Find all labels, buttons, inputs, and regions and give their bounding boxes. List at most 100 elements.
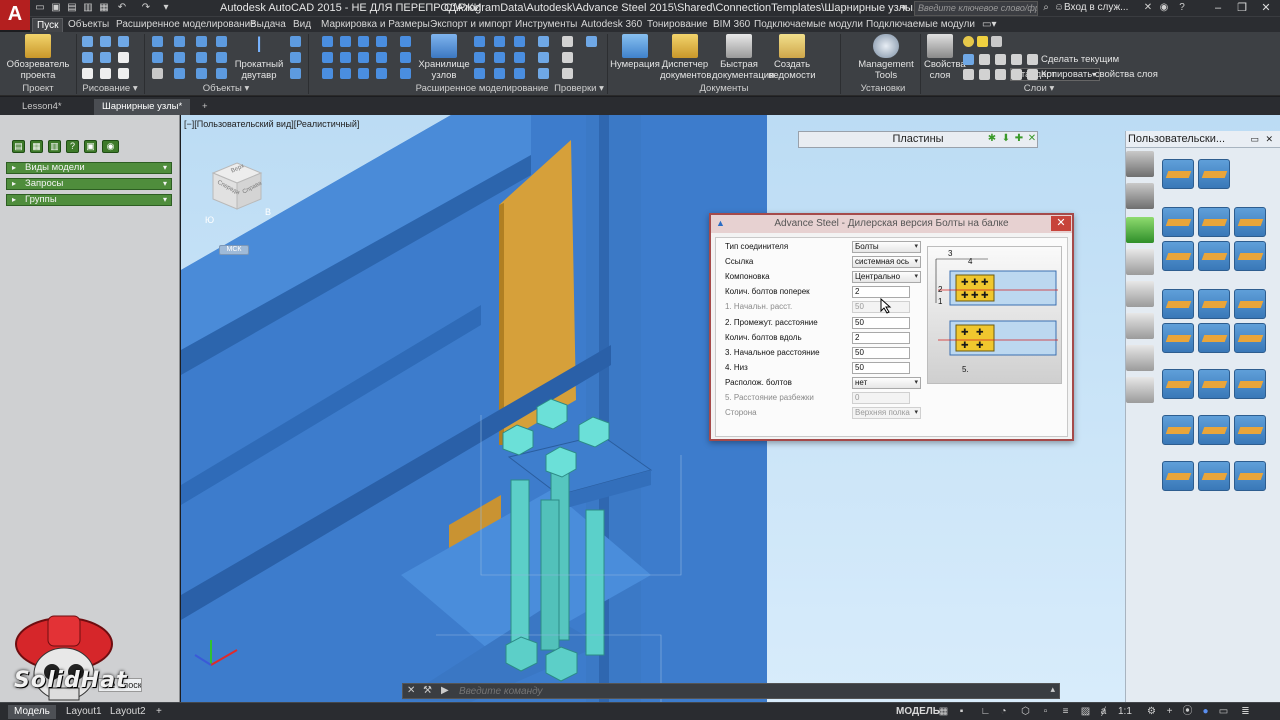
- joint-tool-6-icon[interactable]: [1162, 241, 1194, 271]
- connection-3-icon[interactable]: [474, 52, 485, 63]
- check-6-icon[interactable]: [538, 68, 549, 79]
- close-button[interactable]: ✕: [1254, 0, 1278, 17]
- connection-icon[interactable]: [474, 36, 485, 47]
- joint-tool-14-icon[interactable]: [1234, 323, 1266, 353]
- bracket-tool-icon[interactable]: [1126, 345, 1154, 371]
- make-current-button[interactable]: Сделать текущим: [1041, 54, 1119, 65]
- help-icon[interactable]: ?: [1176, 2, 1188, 14]
- joint-tool-13-icon[interactable]: [1198, 323, 1230, 353]
- connection-4-icon[interactable]: [494, 52, 505, 63]
- redo-icon[interactable]: ↷: [140, 2, 152, 14]
- field-9-input[interactable]: 50: [852, 362, 910, 374]
- joint-tool-1-icon[interactable]: [1162, 159, 1194, 189]
- panel-label-drawing[interactable]: Рисование ▾: [78, 83, 142, 95]
- arc-icon[interactable]: [118, 36, 129, 47]
- lock-icon[interactable]: [991, 36, 1002, 47]
- joint-tool-11-icon[interactable]: [1234, 289, 1266, 319]
- add-layout-button[interactable]: +: [150, 705, 168, 719]
- ext-tool-2-icon[interactable]: [400, 52, 411, 63]
- file-tab-lesson4[interactable]: Lesson4*: [14, 99, 70, 115]
- connection-7-icon[interactable]: [514, 36, 525, 47]
- connection-6-icon[interactable]: [494, 68, 505, 79]
- layer-tool-7-icon[interactable]: [995, 69, 1006, 80]
- railing-icon[interactable]: [290, 68, 301, 79]
- compass-south[interactable]: Ю: [205, 215, 214, 225]
- panel-label-objects[interactable]: Объекты ▾: [146, 83, 306, 95]
- tab-plugins-2[interactable]: Подключаемые модули: [862, 18, 979, 32]
- tab-options-icon[interactable]: ▭▾: [978, 18, 1000, 32]
- connection-8-icon[interactable]: [514, 52, 525, 63]
- wrench-tool-icon[interactable]: [1126, 183, 1154, 209]
- joint-icon[interactable]: [376, 68, 387, 79]
- command-history-icon[interactable]: ▶: [441, 685, 449, 696]
- dialog-close-button[interactable]: ✕: [1051, 216, 1071, 231]
- transparency-icon[interactable]: ▨: [1080, 706, 1091, 717]
- check-5-icon[interactable]: [562, 52, 573, 63]
- layer-properties-button[interactable]: Свойства слоя: [924, 34, 966, 81]
- stair-tool-icon[interactable]: [1126, 377, 1154, 403]
- tab-rendering[interactable]: Тонирование: [643, 18, 712, 32]
- notch-icon[interactable]: [358, 52, 369, 63]
- layer-tool-2-icon[interactable]: [979, 54, 990, 65]
- joint-tool-3-icon[interactable]: [1162, 207, 1194, 237]
- shorten-icon[interactable]: [358, 36, 369, 47]
- gear-icon[interactable]: ✱: [987, 134, 997, 144]
- command-input[interactable]: [459, 685, 1049, 697]
- palette-tool-5-icon[interactable]: ▣: [84, 140, 97, 153]
- polar-tracking-icon[interactable]: ◔: [998, 706, 1009, 717]
- osnap-icon[interactable]: ▫: [1040, 706, 1051, 717]
- tab-home[interactable]: Пуск: [32, 18, 64, 32]
- add-icon[interactable]: ✚: [1014, 134, 1024, 144]
- search-input[interactable]: Введите ключевое слово/фразу: [914, 1, 1038, 16]
- save-as-icon[interactable]: ▥: [82, 2, 94, 14]
- field-7-input[interactable]: 2: [852, 332, 910, 344]
- tab-extended-modeling[interactable]: Расширенное моделирование: [112, 18, 260, 32]
- field-6-input[interactable]: 50: [852, 317, 910, 329]
- maximize-button[interactable]: ❐: [1230, 0, 1254, 17]
- line-icon[interactable]: [82, 36, 93, 47]
- joint-tool-2-icon[interactable]: [1198, 159, 1230, 189]
- palette-help-icon[interactable]: ?: [66, 140, 79, 153]
- eye-icon[interactable]: ◉: [102, 140, 119, 153]
- search-expand-icon[interactable]: ◂: [897, 2, 909, 14]
- ellipse-icon[interactable]: [118, 68, 129, 79]
- joint-tool-7-icon[interactable]: [1198, 241, 1230, 271]
- contour-icon[interactable]: [322, 52, 333, 63]
- joint-tool-12-icon[interactable]: [1162, 323, 1194, 353]
- curved-beam-icon[interactable]: [174, 68, 185, 79]
- field-10-select[interactable]: нет ▾: [852, 377, 921, 389]
- management-tools-button[interactable]: Management Tools: [856, 34, 916, 81]
- ortho-icon[interactable]: ∟: [980, 706, 991, 717]
- layer-tool-1-icon[interactable]: [963, 54, 974, 65]
- panel-label-checks[interactable]: Проверки ▾: [552, 83, 606, 95]
- tab-plugins[interactable]: Подключаемые модули: [750, 18, 867, 32]
- rectangle-icon[interactable]: [100, 52, 111, 63]
- collision-check-icon[interactable]: [538, 36, 549, 47]
- tab-bim-360[interactable]: BIM 360: [709, 18, 754, 32]
- connection-9-icon[interactable]: [514, 68, 525, 79]
- snap-mode-icon[interactable]: ▪: [956, 706, 967, 717]
- joint-storage-button[interactable]: Хранилище узлов: [418, 34, 470, 81]
- lineweight-icon[interactable]: ≡: [1060, 706, 1071, 717]
- copy-layer-properties-button[interactable]: Копировать свойства слоя: [1041, 69, 1158, 80]
- joint-tool-18-icon[interactable]: [1162, 415, 1194, 445]
- check-2-icon[interactable]: [562, 36, 573, 47]
- command-expand-icon[interactable]: ▴: [1050, 684, 1055, 695]
- stair-icon[interactable]: [290, 52, 301, 63]
- tab-export-import[interactable]: Экспорт и импорт: [426, 18, 516, 32]
- square-icon[interactable]: [100, 68, 111, 79]
- panel-label-layers[interactable]: Слои ▾: [924, 83, 1154, 95]
- ucs-menu-button[interactable]: МСК: [219, 245, 249, 255]
- application-menu-button[interactable]: A: [0, 0, 30, 30]
- palette-tool-3-icon[interactable]: ▥: [48, 140, 61, 153]
- tab-tools[interactable]: Инструменты: [511, 18, 581, 32]
- joint-tool-21-icon[interactable]: [1162, 461, 1194, 491]
- joint-tool-5-icon[interactable]: [1234, 207, 1266, 237]
- check-3-icon[interactable]: [586, 36, 597, 47]
- palette-tool-2-icon[interactable]: ▦: [30, 140, 43, 153]
- print-icon[interactable]: ▦: [98, 2, 110, 14]
- joint-tool-16-icon[interactable]: [1198, 369, 1230, 399]
- quick-documentation-button[interactable]: Быстрая документация: [712, 34, 774, 81]
- merge-icon[interactable]: [358, 68, 369, 79]
- field-2-select[interactable]: системная ось ▾: [852, 256, 921, 268]
